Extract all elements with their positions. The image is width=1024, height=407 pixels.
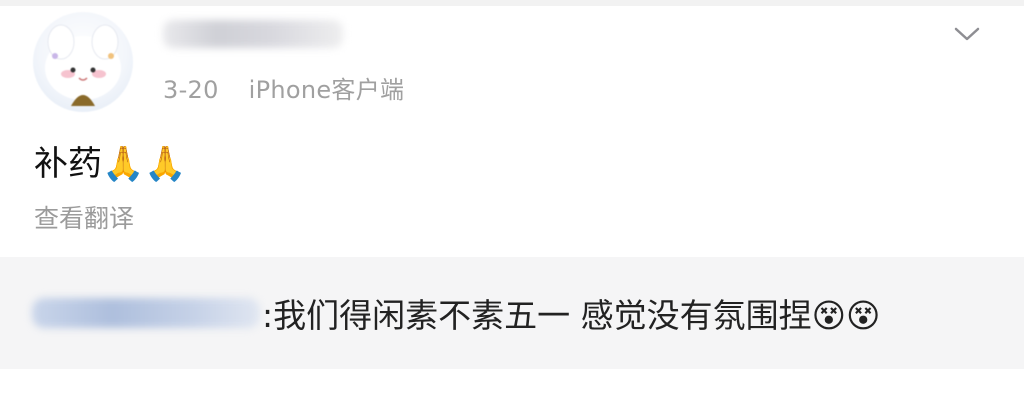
chevron-down-icon[interactable] [952,24,982,44]
post-text: 补药 [34,144,102,184]
repost-text: :我们得闲素不素五一 感觉没有氛围捏 [262,296,812,335]
repost-content: :我们得闲素不素五一 感觉没有氛围捏😵😵 [262,294,880,338]
post-meta: 3-20 iPhone客户端 [163,70,404,105]
translate-link[interactable]: 查看翻译 [34,199,134,235]
avatar[interactable] [33,12,133,112]
post-date: 3-20 [163,76,219,104]
avatar-image [45,24,121,106]
dizzy-face-emoji: 😵😵 [811,296,881,335]
divider [0,0,1024,6]
folded-hands-emoji: 🙏🙏 [102,144,187,184]
weibo-post-card: 3-20 iPhone客户端 补药🙏🙏 查看翻译 :我们得闲素不素五一 感觉没有… [0,0,1024,407]
mention-blurred[interactable] [32,298,260,328]
post-content: 补药🙏🙏 [34,142,187,186]
post-source: iPhone客户端 [248,76,405,104]
username-blurred[interactable] [163,20,343,48]
